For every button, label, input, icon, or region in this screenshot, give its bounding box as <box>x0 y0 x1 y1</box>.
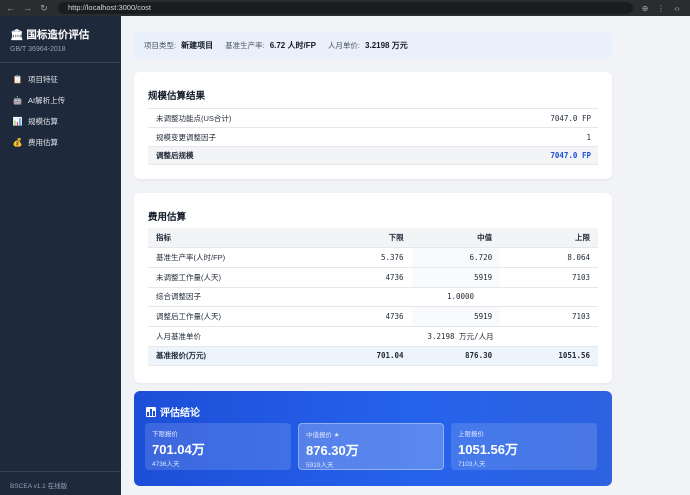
table-row: 调整后工作量(人天) 4736 5919 7103 <box>148 306 598 327</box>
address-bar[interactable]: http://localhost:3000/cost <box>58 2 633 14</box>
project-info-bar: 项目类型: 新建项目 基准生产率: 6.72 人时/FP 人月单价: 3.219… <box>134 32 612 59</box>
quote-boxes: 下限报价 701.04万 4736人天 中值报价 ★ 876.30万 5919人… <box>145 423 597 470</box>
table-row: 综合调整因子 1.0000 <box>148 287 598 308</box>
price-value: 3.2198 万元 <box>365 41 408 50</box>
scale-title: 规模估算结果 <box>148 91 206 102</box>
back-icon[interactable]: ← <box>6 3 15 13</box>
table-row-total: 基准报价(万元) 701.04 876.30 1051.56 <box>148 346 598 367</box>
low-quote: 下限报价 701.04万 4736人天 <box>145 423 291 470</box>
table-row-total: 调整后规模 7047.0 FP <box>148 146 598 165</box>
browser-actions: ⊕ ⋮ ‹› <box>641 4 681 13</box>
table-row: 人月基准单价 3.2198 万元/人月 <box>148 326 598 347</box>
table-row: 基准生产率(人时/FP) 5.376 6.720 8.064 <box>148 247 598 268</box>
sidebar-item-ai-upload[interactable]: 🤖 AI解析上传 <box>0 90 121 111</box>
cost-table: 指标 下限 中值 上限 基准生产率(人时/FP) 5.376 6.720 8.0… <box>148 228 598 367</box>
conclusion-heading: 评估结论 <box>134 391 612 419</box>
menu-icon[interactable]: ⋮ <box>657 4 665 13</box>
app-subtitle: GB/T 36964-2018 <box>10 46 66 53</box>
money-bag-icon: 💰 <box>12 138 23 147</box>
scale-table: 未调整功能点(US合计) 7047.0 FP 规模变更调整因子 1 调整后规模 … <box>148 108 598 165</box>
sidebar-item-cost[interactable]: 💰 费用估算 <box>0 132 121 153</box>
cost-card: 费用估算 指标 下限 中值 上限 基准生产率(人时/FP) 5.376 6.72… <box>134 193 612 383</box>
brand: 🏛 国标造价评估 GB/T 36964-2018 <box>0 16 121 63</box>
table-row: 规模变更调整因子 1 <box>148 127 598 146</box>
productivity-value: 6.72 人时/FP <box>269 41 316 50</box>
mid-quote: 中值报价 ★ 876.30万 5919人天 <box>298 423 444 470</box>
bar-chart-icon: 📊 <box>12 117 23 126</box>
clipboard-icon: 📋 <box>12 75 23 84</box>
price-label: 人月单价: <box>327 41 361 50</box>
productivity-label: 基准生产率: <box>225 41 265 50</box>
forward-icon[interactable]: → <box>23 3 32 13</box>
high-quote: 上限报价 1051.56万 7103人天 <box>451 423 597 470</box>
conclusion-card: 评估结论 下限报价 701.04万 4736人天 中值报价 ★ 876.30万 … <box>134 391 612 486</box>
robot-icon: 🤖 <box>12 96 23 105</box>
app-title: 🏛 国标造价评估 <box>10 29 90 41</box>
extension-icon[interactable]: ⊕ <box>641 4 649 13</box>
sidebar-footer: BSCEA v1.1 在线版 <box>0 471 121 495</box>
browser-toolbar: ← → ↻ http://localhost:3000/cost ⊕ ⋮ ‹› <box>0 0 690 16</box>
table-header: 指标 下限 中值 上限 <box>148 228 598 249</box>
cost-title: 费用估算 <box>148 212 187 223</box>
bar-chart-icon <box>146 406 156 417</box>
sidebar: 🏛 国标造价评估 GB/T 36964-2018 📋 项目特征 🤖 AI解析上传… <box>0 16 121 495</box>
devtools-icon[interactable]: ‹› <box>673 4 681 13</box>
bank-icon: 🏛 <box>10 29 24 41</box>
browser-nav: ← → ↻ <box>6 3 48 13</box>
type-label: 项目类型: <box>144 41 177 50</box>
sidebar-item-features[interactable]: 📋 项目特征 <box>0 69 121 90</box>
main-content: 项目类型: 新建项目 基准生产率: 6.72 人时/FP 人月单价: 3.219… <box>121 16 690 495</box>
table-row: 未调整功能点(US合计) 7047.0 FP <box>148 108 598 127</box>
scale-card: 规模估算结果 未调整功能点(US合计) 7047.0 FP 规模变更调整因子 1… <box>134 72 612 179</box>
table-row: 未调整工作量(人天) 4736 5919 7103 <box>148 267 598 288</box>
reload-icon[interactable]: ↻ <box>40 3 48 13</box>
sidebar-item-scale[interactable]: 📊 规模估算 <box>0 111 121 132</box>
sidebar-menu: 📋 项目特征 🤖 AI解析上传 📊 规模估算 💰 费用估算 <box>0 63 121 153</box>
type-value: 新建项目 <box>181 41 214 50</box>
